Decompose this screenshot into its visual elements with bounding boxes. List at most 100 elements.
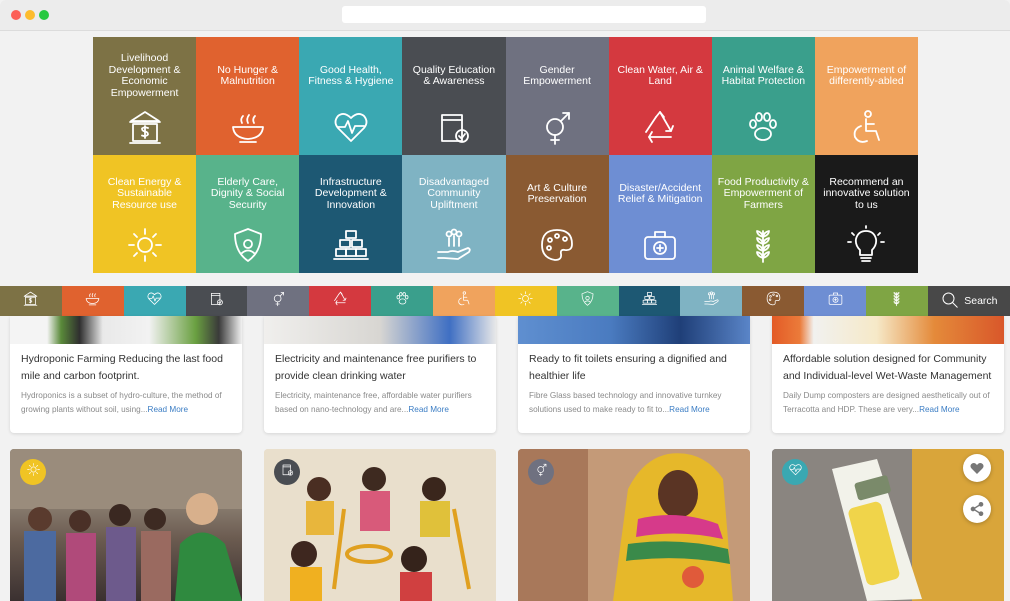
heart-pulse-icon [788, 462, 803, 482]
card-description: Electricity, maintenance free, affordabl… [275, 391, 472, 414]
category-tile[interactable]: Disaster/Accident Relief & Mitigation [608, 155, 712, 273]
wheelchair-icon [846, 107, 886, 147]
palette-icon [537, 225, 577, 265]
strip-category-sun[interactable] [494, 286, 557, 316]
gender-icon [534, 462, 549, 482]
strip-category-wheat[interactable] [866, 286, 928, 316]
solution-card[interactable]: Ready to fit toilets ensuring a dignifie… [518, 316, 750, 433]
category-strip: Search [0, 286, 1010, 316]
category-tile[interactable]: Clean Water, Air & Land [608, 37, 712, 155]
category-label: Food Productivity & Empowerment of Farme… [717, 175, 809, 211]
search-icon [940, 290, 960, 313]
strip-category-shield[interactable] [556, 286, 619, 316]
read-more-link[interactable]: Read More [148, 405, 189, 414]
bowl-icon [228, 107, 268, 147]
strip-category-palette[interactable] [742, 286, 805, 316]
minimize-window-dot[interactable] [25, 10, 35, 20]
category-label: Art & Culture Preservation [527, 181, 588, 205]
category-tile[interactable]: No Hunger & Malnutrition [196, 37, 300, 155]
shield-icon [579, 290, 596, 312]
share-button[interactable] [963, 495, 991, 523]
firstaid-icon [640, 225, 680, 265]
gender-icon [270, 290, 287, 312]
favorite-button[interactable] [963, 454, 991, 482]
category-grid: Livelihood Development & Economic Empowe… [93, 37, 918, 273]
category-label: Animal Welfare & Habitat Protection [721, 63, 806, 87]
gender-icon [537, 107, 577, 147]
search-button[interactable]: Search [927, 286, 1010, 316]
category-tile[interactable]: Animal Welfare & Habitat Protection [711, 37, 815, 155]
category-tile[interactable]: Gender Empowerment [505, 37, 609, 155]
category-tile[interactable]: Infrastructure Development & Innovation [299, 155, 403, 273]
card-title[interactable]: Hydroponic Farming Reducing the last foo… [21, 351, 232, 385]
strip-category-bowl[interactable] [61, 286, 124, 316]
card-image [772, 316, 1004, 344]
category-label: Infrastructure Development & Innovation [314, 175, 387, 211]
sun-icon [517, 290, 534, 312]
strip-category-bank[interactable] [0, 286, 62, 316]
category-tile[interactable]: Quality Education & Awareness [402, 37, 506, 155]
strip-category-bricks[interactable] [618, 286, 681, 316]
strip-category-heart-pulse[interactable] [123, 286, 186, 316]
category-label: Clean Water, Air & Land [617, 63, 703, 87]
wheat-icon [888, 290, 905, 312]
strip-category-hand-people[interactable] [680, 286, 743, 316]
bank-icon [22, 290, 39, 312]
category-label: Good Health, Fitness & Hygiene [308, 63, 394, 87]
close-window-dot[interactable] [11, 10, 21, 20]
bricks-icon [331, 225, 371, 265]
solution-card[interactable]: Affordable solution designed for Communi… [772, 316, 1004, 433]
category-tile[interactable]: Recommend an innovative solution to us [814, 155, 918, 273]
heart-icon [970, 462, 984, 474]
browser-chrome [0, 0, 1010, 31]
photo-card[interactable] [518, 449, 750, 601]
strip-category-wheelchair[interactable] [433, 286, 495, 316]
category-label: Quality Education & Awareness [412, 63, 496, 87]
read-more-link[interactable]: Read More [408, 405, 449, 414]
category-label: Elderly Care, Dignity & Social Security [210, 175, 285, 211]
category-tile[interactable]: Elderly Care, Dignity & Social Security [196, 155, 300, 273]
photo-card[interactable] [264, 449, 496, 601]
maximize-window-dot[interactable] [39, 10, 49, 20]
heart-pulse-icon [331, 107, 371, 147]
hand-people-icon [434, 225, 474, 265]
category-tile[interactable]: Good Health, Fitness & Hygiene [299, 37, 403, 155]
category-tile[interactable]: Art & Culture Preservation [505, 155, 609, 273]
photo-card[interactable] [10, 449, 242, 601]
solution-card[interactable]: Hydroponic Farming Reducing the last foo… [10, 316, 242, 433]
strip-category-recycle[interactable] [309, 286, 372, 316]
card-image [264, 316, 496, 344]
recycle-icon [640, 107, 680, 147]
address-bar[interactable] [342, 6, 706, 23]
category-label: Gender Empowerment [523, 63, 591, 87]
strip-category-gender[interactable] [247, 286, 310, 316]
paw-icon [394, 290, 411, 312]
card-title[interactable]: Affordable solution designed for Communi… [783, 351, 994, 385]
palette-icon [765, 290, 782, 312]
shield-icon [228, 225, 268, 265]
category-tile[interactable]: Food Productivity & Empowerment of Farme… [711, 155, 815, 273]
category-tile[interactable]: Livelihood Development & Economic Empowe… [93, 37, 197, 155]
solution-card[interactable]: Electricity and maintenance free purifie… [264, 316, 496, 433]
read-more-link[interactable]: Read More [919, 405, 960, 414]
book-check-icon [434, 107, 474, 147]
category-label: Clean Energy & Sustainable Resource use [107, 175, 182, 211]
paw-icon [743, 107, 783, 147]
category-badge [782, 459, 808, 485]
category-tile[interactable]: Clean Energy & Sustainable Resource use [93, 155, 197, 273]
photo-card[interactable] [772, 449, 1004, 601]
card-title[interactable]: Ready to fit toilets ensuring a dignifie… [529, 351, 740, 385]
bricks-icon [641, 290, 658, 312]
card-description: Fibre Glass based technology and innovat… [529, 391, 722, 414]
strip-category-book-check[interactable] [185, 286, 248, 316]
book-check-icon [208, 290, 225, 312]
category-tile[interactable]: Empowerment of differently-abled [814, 37, 918, 155]
category-label: Empowerment of differently-abled [826, 63, 907, 87]
card-title[interactable]: Electricity and maintenance free purifie… [275, 351, 486, 385]
read-more-link[interactable]: Read More [669, 405, 710, 414]
strip-category-paw[interactable] [371, 286, 434, 316]
category-tile[interactable]: Disadvantaged Community Upliftment [402, 155, 506, 273]
wheelchair-icon [455, 290, 472, 312]
strip-category-firstaid[interactable] [804, 286, 867, 316]
heart-pulse-icon [146, 290, 163, 312]
